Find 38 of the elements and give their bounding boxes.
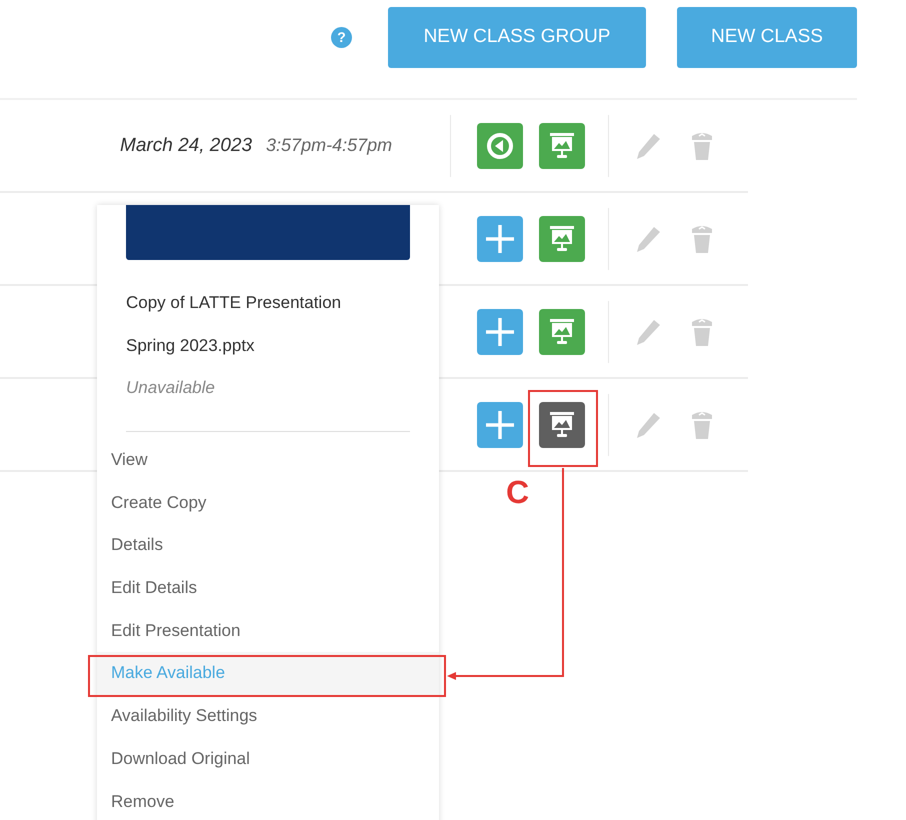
triangle-circle-icon bbox=[485, 130, 515, 160]
plus-icon bbox=[484, 222, 516, 254]
session-time: 3:57pm-4:57pm bbox=[266, 134, 392, 156]
add-button[interactable] bbox=[477, 308, 523, 354]
presentation-screen-icon bbox=[549, 318, 575, 346]
file-status: Unavailable bbox=[125, 377, 216, 399]
menu-item[interactable]: Edit Details bbox=[97, 567, 439, 610]
plus-icon bbox=[484, 316, 516, 348]
presentation-button[interactable] bbox=[539, 216, 585, 262]
plus-icon bbox=[484, 408, 516, 440]
trash-icon[interactable] bbox=[689, 316, 715, 346]
presentation-button[interactable] bbox=[539, 122, 585, 168]
presentation-screen-icon bbox=[549, 410, 575, 438]
file-name: Spring 2023.pptx bbox=[125, 335, 256, 357]
file-name: Copy of LATTE Presentation bbox=[125, 292, 342, 314]
presentation-button[interactable] bbox=[539, 402, 585, 448]
pencil-icon[interactable] bbox=[635, 132, 661, 160]
pencil-icon[interactable] bbox=[635, 224, 661, 252]
trash-icon[interactable] bbox=[689, 410, 715, 440]
presentation-screen-icon bbox=[549, 224, 575, 252]
start-button[interactable] bbox=[477, 122, 523, 168]
menu-item[interactable]: Remove bbox=[97, 780, 439, 820]
trash-icon[interactable] bbox=[689, 130, 715, 160]
presentation-screen-icon bbox=[549, 132, 575, 160]
session-date: March 24, 2023 bbox=[120, 134, 252, 156]
add-button[interactable] bbox=[477, 402, 523, 448]
menu-item[interactable]: Create Copy bbox=[97, 482, 439, 524]
menu-item[interactable]: Availability Settings bbox=[97, 695, 439, 738]
menu-item[interactable]: View bbox=[97, 439, 439, 482]
menu-item[interactable]: Download Original bbox=[97, 738, 439, 780]
trash-icon[interactable] bbox=[689, 224, 715, 254]
menu-item[interactable]: Details bbox=[97, 524, 439, 568]
menu-item[interactable]: Edit Presentation bbox=[97, 610, 439, 652]
pencil-icon[interactable] bbox=[635, 318, 661, 346]
annotation-label: C bbox=[506, 474, 530, 511]
pencil-icon[interactable] bbox=[635, 410, 661, 438]
add-button[interactable] bbox=[477, 216, 523, 262]
presentation-button[interactable] bbox=[539, 308, 585, 354]
